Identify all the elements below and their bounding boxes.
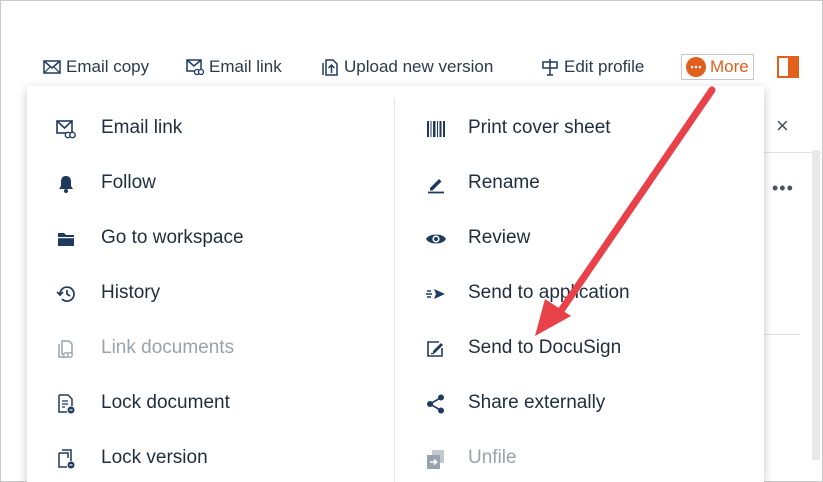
upload-new-version-label: Upload new version: [344, 57, 494, 76]
more-label: More: [710, 57, 749, 76]
bell-icon: [55, 173, 77, 195]
panel-toggle-icon[interactable]: [777, 56, 799, 78]
menu-item-label: Review: [468, 227, 531, 248]
menu-item-label: Follow: [101, 172, 156, 193]
lock-document-icon: [55, 393, 77, 415]
menu-item-label: Email link: [101, 117, 183, 138]
docusign-icon: [425, 338, 447, 360]
email-link-toolbar-button[interactable]: Email link: [185, 54, 282, 80]
menu-item-label: Lock version: [101, 447, 208, 468]
email-copy-label: Email copy: [66, 57, 150, 76]
upload-new-version-button[interactable]: Upload new version: [320, 54, 493, 80]
menu-item-label: Rename: [468, 172, 540, 193]
menu-item-label: Link documents: [101, 337, 235, 358]
email-link-icon: [186, 59, 205, 76]
eye-icon: [425, 228, 447, 250]
menu-item-label: Print cover sheet: [468, 117, 611, 138]
menu-item-label: Go to workspace: [101, 227, 244, 248]
folder-icon: [55, 228, 77, 250]
link-documents-icon: [55, 338, 77, 360]
email-link-icon: [55, 118, 77, 140]
menu-item-label: Send to DocuSign: [468, 337, 622, 358]
history-icon: [55, 283, 77, 305]
more-dots-icon: [686, 57, 706, 77]
barcode-icon: [425, 118, 447, 140]
menu-item-label: History: [101, 282, 161, 303]
panel-divider-lower: [760, 334, 800, 335]
edit-profile-icon: [542, 59, 558, 76]
email-link-toolbar-label: Email link: [209, 57, 282, 76]
menu-item-label: Share externally: [468, 392, 606, 413]
email-copy-button[interactable]: Email copy: [42, 54, 149, 80]
share-icon: [425, 393, 447, 415]
menu-item-label: Unfile: [468, 447, 517, 468]
close-icon[interactable]: ×: [776, 113, 789, 139]
scrollbar[interactable]: [812, 150, 820, 460]
unfile-icon: [425, 448, 447, 470]
edit-profile-label: Edit profile: [564, 57, 645, 76]
menu-column-divider: [394, 98, 395, 482]
toolbar: Email copy Email link Upload new version…: [0, 48, 823, 86]
email-copy-icon: [43, 60, 61, 74]
lock-version-icon: [55, 448, 77, 470]
kebab-menu-icon[interactable]: •••: [772, 178, 794, 199]
upload-icon: [322, 59, 338, 76]
menu-item-label: Lock document: [101, 392, 230, 413]
send-arrow-icon: [425, 283, 447, 305]
edit-profile-button[interactable]: Edit profile: [540, 54, 644, 80]
more-dropdown-menu: Email link Follow Go to workspace Histor…: [27, 86, 764, 482]
more-button[interactable]: More: [681, 54, 754, 80]
menu-item-label: Send to application: [468, 282, 630, 303]
pencil-icon: [425, 173, 447, 195]
